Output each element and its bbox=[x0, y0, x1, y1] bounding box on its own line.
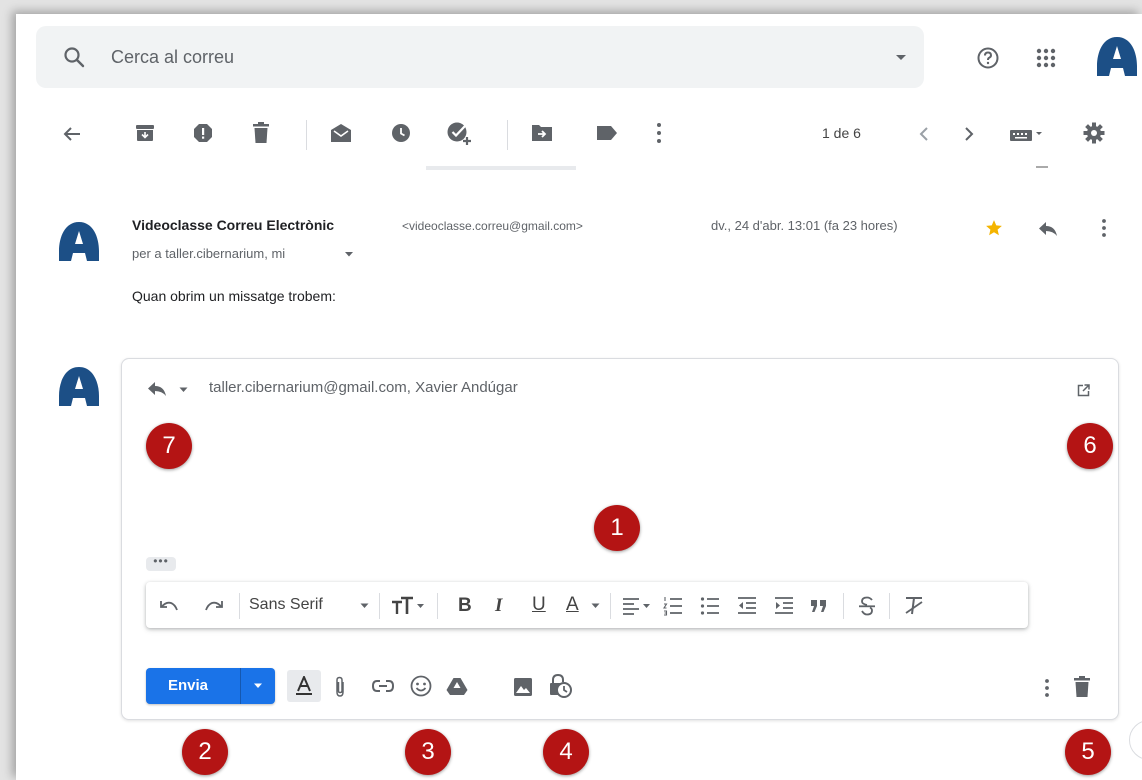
font-size-icon[interactable] bbox=[391, 596, 425, 616]
show-details-icon[interactable] bbox=[344, 251, 354, 258]
strikethrough-icon[interactable] bbox=[858, 596, 876, 616]
annotation-badge-3: 3 bbox=[405, 729, 451, 775]
older-icon[interactable] bbox=[964, 126, 974, 142]
newer-icon[interactable] bbox=[919, 126, 929, 142]
sender-name[interactable]: Videoclasse Correu Electrònic bbox=[132, 217, 334, 233]
scrolled-fragment-right bbox=[1036, 166, 1048, 168]
settings-gear-icon[interactable] bbox=[1083, 122, 1105, 144]
remove-formatting-icon[interactable] bbox=[904, 596, 924, 616]
annotation-badge-5: 5 bbox=[1065, 729, 1111, 775]
indent-less-icon[interactable] bbox=[737, 596, 757, 616]
sender-avatar bbox=[59, 222, 99, 261]
search-icon[interactable] bbox=[62, 45, 86, 69]
reply-avatar bbox=[59, 367, 99, 406]
quote-icon[interactable] bbox=[810, 599, 828, 613]
bulleted-list-icon[interactable] bbox=[700, 596, 720, 616]
align-icon[interactable] bbox=[622, 597, 652, 615]
annotation-badge-4: 4 bbox=[543, 729, 589, 775]
google-drive-icon[interactable] bbox=[446, 677, 468, 695]
formatting-options-button[interactable] bbox=[287, 670, 321, 702]
emoji-icon[interactable] bbox=[410, 675, 432, 697]
move-to-icon[interactable] bbox=[531, 124, 553, 142]
apps-grid-icon[interactable] bbox=[1035, 47, 1057, 69]
annotation-badge-6: 6 bbox=[1067, 423, 1113, 469]
side-panel-toggle[interactable] bbox=[1129, 720, 1142, 760]
bold-icon[interactable]: B bbox=[458, 595, 472, 617]
label-icon[interactable] bbox=[596, 125, 618, 141]
more-send-options-icon[interactable] bbox=[1044, 678, 1050, 698]
message-more-icon[interactable] bbox=[1101, 218, 1107, 238]
reply-icon[interactable] bbox=[1038, 221, 1058, 237]
underline-icon[interactable]: U bbox=[532, 594, 546, 616]
scrolled-subject-fragment bbox=[276, 162, 576, 172]
send-button[interactable]: Envia bbox=[146, 668, 275, 704]
insert-link-icon[interactable] bbox=[372, 679, 394, 693]
reply-type-icon[interactable] bbox=[147, 381, 167, 397]
sender-email: <videoclasse.correu@gmail.com> bbox=[402, 219, 583, 233]
attach-icon[interactable] bbox=[334, 676, 346, 698]
insert-photo-icon[interactable] bbox=[513, 677, 533, 697]
mark-unread-icon[interactable] bbox=[330, 123, 352, 143]
text-color-icon[interactable]: A bbox=[566, 594, 579, 616]
add-task-icon[interactable] bbox=[446, 120, 472, 146]
search-input[interactable]: Cerca al correu bbox=[111, 47, 234, 68]
report-spam-icon[interactable] bbox=[193, 123, 213, 143]
annotation-badge-1: 1 bbox=[594, 505, 640, 551]
pop-out-icon[interactable] bbox=[1077, 384, 1090, 397]
snooze-icon[interactable] bbox=[391, 123, 411, 143]
text-color-dropdown-icon[interactable] bbox=[591, 603, 600, 609]
more-options-icon[interactable] bbox=[656, 122, 662, 144]
search-options-icon[interactable] bbox=[895, 54, 907, 62]
redo-icon[interactable] bbox=[204, 599, 224, 613]
help-icon[interactable] bbox=[976, 46, 1000, 70]
reply-recipients[interactable]: taller.cibernarium@gmail.com, Xavier And… bbox=[209, 379, 518, 396]
undo-icon[interactable] bbox=[159, 599, 179, 613]
back-icon[interactable] bbox=[62, 124, 82, 144]
font-family-select[interactable]: Sans Serif bbox=[249, 596, 323, 614]
discard-draft-icon[interactable] bbox=[1073, 676, 1091, 698]
delete-icon[interactable] bbox=[252, 122, 270, 144]
account-avatar[interactable] bbox=[1094, 34, 1140, 80]
pagination-count: 1 de 6 bbox=[822, 125, 861, 141]
annotation-badge-2: 2 bbox=[182, 729, 228, 775]
font-dropdown-icon[interactable] bbox=[360, 603, 369, 609]
annotation-badge-7: 7 bbox=[146, 423, 192, 469]
formatting-options-icon bbox=[296, 676, 312, 695]
search-bar[interactable]: Cerca al correu bbox=[36, 26, 924, 88]
account-logo-icon bbox=[1097, 37, 1137, 76]
message-body: Quan obrim un missatge trobem: bbox=[132, 288, 336, 304]
star-icon[interactable] bbox=[985, 219, 1003, 237]
italic-icon[interactable]: I bbox=[495, 595, 502, 617]
send-label: Envia bbox=[168, 677, 209, 694]
recipients-summary: per a taller.cibernarium, mi bbox=[132, 246, 286, 261]
send-options-icon[interactable] bbox=[253, 683, 263, 689]
message-date: dv., 24 d'abr. 13:01 (fa 23 hores) bbox=[711, 218, 898, 233]
archive-icon[interactable] bbox=[135, 123, 155, 143]
show-trimmed-content-button[interactable]: ••• bbox=[146, 555, 176, 571]
indent-more-icon[interactable] bbox=[774, 596, 794, 616]
confidential-mode-icon[interactable] bbox=[548, 674, 572, 698]
input-tools-icon[interactable] bbox=[1009, 126, 1043, 142]
numbered-list-icon[interactable] bbox=[663, 596, 683, 616]
reply-type-dropdown-icon[interactable] bbox=[179, 387, 188, 393]
gmail-window: Cerca al correu 1 de 6 Videoclasse Corre… bbox=[16, 14, 1142, 780]
